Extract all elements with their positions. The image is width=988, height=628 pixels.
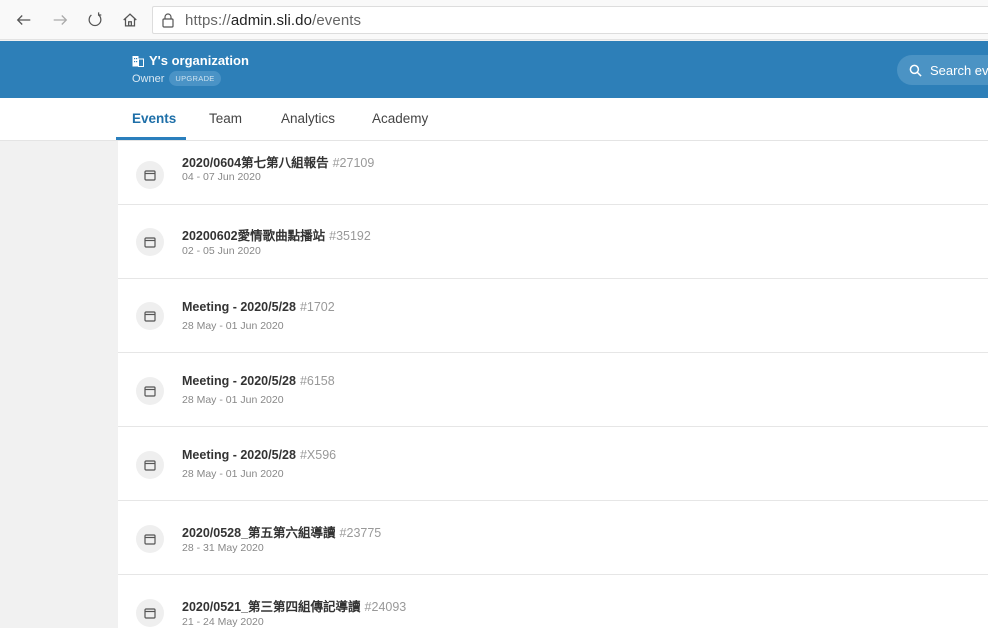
event-title: Meeting - 2020/5/28 #X596 xyxy=(182,448,336,462)
tab-analytics[interactable]: Analytics xyxy=(281,111,335,126)
event-title: Meeting - 2020/5/28 #6158 xyxy=(182,374,335,388)
event-code: #6158 xyxy=(299,374,335,388)
event-dates: 02 - 05 Jun 2020 xyxy=(182,245,261,257)
event-dates: 21 - 24 May 2020 xyxy=(182,616,264,628)
event-row[interactable]: 2020/0528_第五第六組導讀 #23775 28 - 31 May 2020 xyxy=(118,501,988,575)
event-code: #23775 xyxy=(339,526,382,540)
lock-icon xyxy=(161,12,175,28)
event-code: #24093 xyxy=(364,600,407,614)
calendar-icon xyxy=(136,302,164,330)
event-code: #27109 xyxy=(332,156,375,170)
event-title: 2020/0528_第五第六組導讀 #23775 xyxy=(182,522,381,541)
org-role-row: Owner UPGRADE xyxy=(132,71,221,86)
event-title: 20200602愛情歌曲點播站 #35192 xyxy=(182,225,371,244)
event-dates: 28 - 31 May 2020 xyxy=(182,542,264,554)
event-title: 2020/0521_第三第四組傳記導讀 #24093 xyxy=(182,596,406,615)
event-name: 20200602愛情歌曲點播站 xyxy=(182,229,326,243)
org-name: Y's organization xyxy=(149,53,249,68)
org-role: Owner xyxy=(132,72,165,85)
search-placeholder: Search ev xyxy=(930,62,988,78)
calendar-icon xyxy=(136,525,164,553)
event-row[interactable]: 2020/0604第七第八組報告 #27109 04 - 07 Jun 2020 xyxy=(118,141,988,205)
event-name: 2020/0521_第三第四組傳記導讀 xyxy=(182,600,361,614)
org-switcher[interactable]: Y's organization xyxy=(132,53,249,68)
tab-team[interactable]: Team xyxy=(209,111,242,126)
event-name: 2020/0528_第五第六組導讀 xyxy=(182,526,336,540)
event-name: Meeting - 2020/5/28 xyxy=(182,374,296,388)
event-code: #35192 xyxy=(329,229,371,243)
event-row[interactable]: Meeting - 2020/5/28 #6158 28 May - 01 Jun… xyxy=(118,353,988,427)
event-dates: 28 May - 01 Jun 2020 xyxy=(182,320,284,332)
calendar-icon xyxy=(136,228,164,256)
address-bar[interactable]: https://admin.sli.do/events xyxy=(152,6,988,34)
event-name: Meeting - 2020/5/28 xyxy=(182,448,296,462)
event-code: #X596 xyxy=(299,448,337,462)
url-path: /events xyxy=(312,11,362,29)
event-row[interactable]: Meeting - 2020/5/28 #1702 28 May - 01 Jun… xyxy=(118,279,988,353)
calendar-icon xyxy=(136,451,164,479)
event-dates: 28 May - 01 Jun 2020 xyxy=(182,468,284,480)
forward-arrow-icon[interactable] xyxy=(48,8,72,32)
building-icon xyxy=(132,55,144,67)
calendar-icon xyxy=(136,599,164,627)
search-input[interactable]: Search ev xyxy=(897,55,988,85)
calendar-icon xyxy=(136,377,164,405)
url-host: admin.sli.do xyxy=(230,11,313,29)
active-tab-indicator xyxy=(116,137,186,140)
event-title: Meeting - 2020/5/28 #1702 xyxy=(182,300,335,314)
event-title: 2020/0604第七第八組報告 #27109 xyxy=(182,152,374,171)
back-arrow-icon[interactable] xyxy=(12,8,36,32)
event-list: 2020/0604第七第八組報告 #27109 04 - 07 Jun 2020 … xyxy=(118,141,988,628)
main-tabs: Events Team Analytics Academy xyxy=(0,98,988,141)
org-header: Y's organization Owner UPGRADE Search ev xyxy=(0,41,988,98)
event-name: 2020/0604第七第八組報告 xyxy=(182,156,329,170)
event-name: Meeting - 2020/5/28 xyxy=(182,300,296,314)
left-margin xyxy=(0,141,118,628)
calendar-icon xyxy=(136,161,164,189)
event-code: #1702 xyxy=(299,300,335,314)
tab-academy[interactable]: Academy xyxy=(372,111,428,126)
upgrade-badge[interactable]: UPGRADE xyxy=(169,71,221,86)
tab-events[interactable]: Events xyxy=(132,111,176,126)
event-row[interactable]: Meeting - 2020/5/28 #X596 28 May - 01 Jun… xyxy=(118,427,988,501)
event-row[interactable]: 20200602愛情歌曲點播站 #35192 02 - 05 Jun 2020 xyxy=(118,205,988,279)
event-dates: 28 May - 01 Jun 2020 xyxy=(182,394,284,406)
home-icon[interactable] xyxy=(118,8,142,32)
event-dates: 04 - 07 Jun 2020 xyxy=(182,171,261,183)
reload-icon[interactable] xyxy=(83,8,107,32)
browser-toolbar: https://admin.sli.do/events xyxy=(0,0,988,40)
url-text: https://admin.sli.do/events xyxy=(185,12,361,29)
search-icon xyxy=(909,64,922,77)
url-scheme: https:// xyxy=(185,11,231,29)
event-row[interactable]: 2020/0521_第三第四組傳記導讀 #24093 21 - 24 May 20… xyxy=(118,575,988,628)
